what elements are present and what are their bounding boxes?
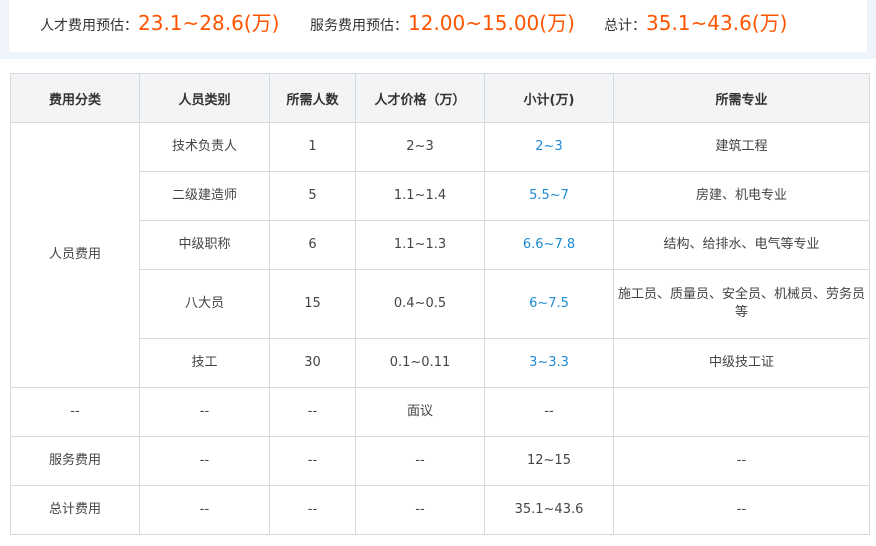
table-row: 八大员 15 0.4~0.5 6~7.5 施工员、质量员、安全员、机械员、劳务员… (11, 269, 870, 339)
category-cell: 服务费用 (10, 436, 140, 486)
header-count: 所需人数 (269, 73, 356, 123)
subtotal-cell: 6.6~7.8 (484, 220, 614, 270)
major-cell (613, 387, 870, 437)
table-row-total: 总计费用 -- -- -- 35.1~43.6 -- (10, 485, 870, 535)
count-cell: -- (269, 436, 356, 486)
table-row-negotiable: -- -- -- 面议 -- (10, 387, 870, 437)
staff-type-cell: -- (139, 485, 270, 535)
talent-cost-estimate: 人才费用预估：23.1~28.6(万) (40, 0, 279, 46)
staff-type-cell: -- (139, 387, 270, 437)
header-subtotal: 小计(万) (484, 73, 614, 123)
category-cell: -- (10, 387, 140, 437)
subtotal-cell: 5.5~7 (484, 171, 614, 221)
major-cell: 结构、给排水、电气等专业 (613, 220, 870, 270)
price-cell: 1.1~1.4 (355, 171, 485, 221)
cost-breakdown-table: 费用分类 人员类别 所需人数 人才价格（万） 小计(万) 所需专业 人员费用 技… (10, 73, 870, 535)
talent-cost-value: 23.1~28.6(万) (138, 11, 280, 35)
subtotal-cell: 35.1~43.6 (484, 485, 614, 535)
price-cell: -- (355, 436, 485, 486)
major-cell: -- (613, 436, 870, 486)
staff-type-cell: 二级建造师 (139, 171, 270, 221)
cost-table-panel: 费用分类 人员类别 所需人数 人才价格（万） 小计(万) 所需专业 人员费用 技… (0, 59, 876, 546)
price-cell: 面议 (355, 387, 485, 437)
staff-type-cell: 技工 (139, 338, 270, 388)
table-row: 二级建造师 5 1.1~1.4 5.5~7 房建、机电专业 (11, 171, 870, 221)
total-cost-estimate: 总计：35.1~43.6(万) (604, 0, 787, 46)
subtotal-cell: -- (484, 387, 614, 437)
header-category: 费用分类 (10, 73, 140, 123)
category-cell: 总计费用 (10, 485, 140, 535)
count-cell: -- (269, 485, 356, 535)
price-cell: 0.1~0.11 (355, 338, 485, 388)
table-row-service: 服务费用 -- -- -- 12~15 -- (10, 436, 870, 486)
cost-summary-bar: 人才费用预估：23.1~28.6(万) 服务费用预估：12.00~15.00(万… (9, 0, 867, 52)
count-cell: 30 (269, 338, 356, 388)
price-cell: -- (355, 485, 485, 535)
service-cost-label: 服务费用预估： (310, 18, 408, 34)
talent-cost-label: 人才费用预估： (40, 18, 138, 34)
header-price: 人才价格（万） (355, 73, 485, 123)
header-major: 所需专业 (613, 73, 870, 123)
service-cost-value: 12.00~15.00(万) (408, 11, 575, 35)
subtotal-cell: 6~7.5 (484, 269, 614, 339)
count-cell: 5 (269, 171, 356, 221)
price-cell: 0.4~0.5 (355, 269, 485, 339)
count-cell: 1 (269, 122, 356, 172)
header-staff-type: 人员类别 (139, 73, 270, 123)
staff-type-cell: 中级职称 (139, 220, 270, 270)
price-cell: 2~3 (355, 122, 485, 172)
major-cell: 房建、机电专业 (613, 171, 870, 221)
table-header-row: 费用分类 人员类别 所需人数 人才价格（万） 小计(万) 所需专业 (10, 73, 870, 123)
total-cost-value: 35.1~43.6(万) (646, 11, 788, 35)
subtotal-cell: 12~15 (484, 436, 614, 486)
price-cell: 1.1~1.3 (355, 220, 485, 270)
table-row: 人员费用 技术负责人 1 2~3 2~3 建筑工程 (10, 122, 870, 388)
total-cost-label: 总计： (604, 18, 646, 34)
major-cell: -- (613, 485, 870, 535)
subtotal-cell: 2~3 (484, 122, 614, 172)
staff-type-cell: -- (139, 436, 270, 486)
subtotal-cell: 3~3.3 (484, 338, 614, 388)
count-cell: 15 (269, 269, 356, 339)
table-row: 技工 30 0.1~0.11 3~3.3 中级技工证 (11, 338, 870, 388)
count-cell: 6 (269, 220, 356, 270)
table-row: 中级职称 6 1.1~1.3 6.6~7.8 结构、给排水、电气等专业 (11, 220, 870, 270)
staff-type-cell: 技术负责人 (139, 122, 270, 172)
major-cell: 施工员、质量员、安全员、机械员、劳务员等 (613, 269, 870, 339)
category-cell-personnel: 人员费用 (10, 122, 140, 388)
major-cell: 建筑工程 (613, 122, 870, 172)
staff-type-cell: 八大员 (139, 269, 270, 339)
major-cell: 中级技工证 (613, 338, 870, 388)
service-cost-estimate: 服务费用预估：12.00~15.00(万) (310, 0, 575, 46)
count-cell: -- (269, 387, 356, 437)
